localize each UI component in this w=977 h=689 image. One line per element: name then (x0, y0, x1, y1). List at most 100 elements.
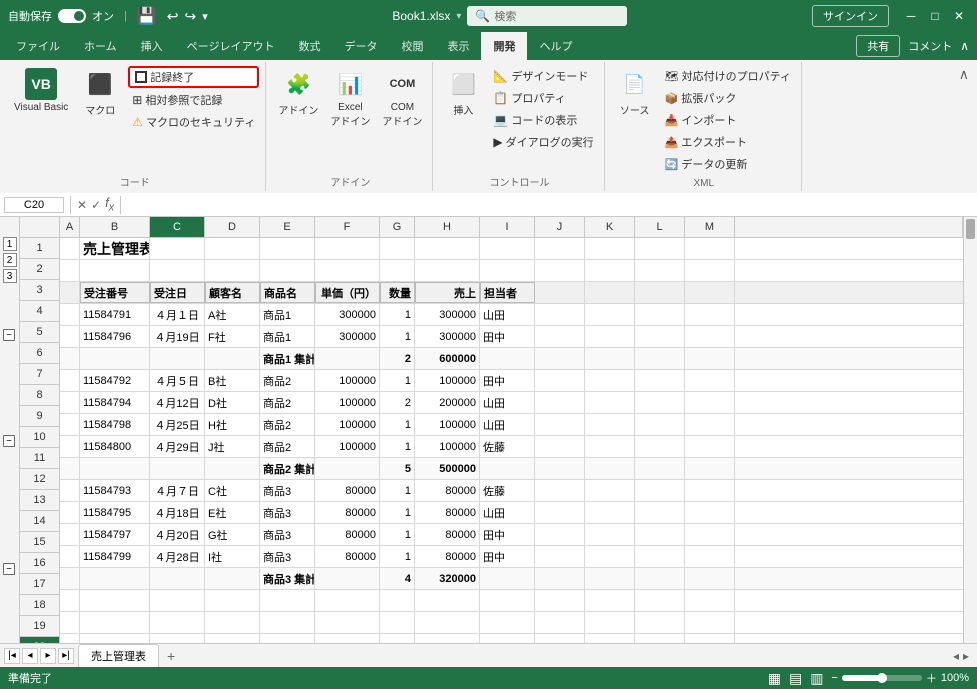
row-num-1[interactable]: 1 (20, 238, 59, 259)
signin-button[interactable]: サインイン (812, 5, 889, 27)
minimize-button[interactable]: ─ (901, 6, 921, 26)
cell-a3[interactable] (60, 282, 80, 303)
cell-e1[interactable] (260, 238, 315, 259)
cell-l1[interactable] (635, 238, 685, 259)
row-num-15[interactable]: 15 (20, 532, 59, 553)
row-num-4[interactable]: 4 (20, 301, 59, 322)
refresh-data-button[interactable]: 🔄 データの更新 (661, 154, 795, 174)
zoom-in-icon[interactable]: ＋ (926, 670, 937, 686)
import-button[interactable]: 📥 インポート (661, 110, 795, 130)
tab-review[interactable]: 校閲 (389, 32, 435, 60)
row-num-10[interactable]: 10 (20, 427, 59, 448)
cell-i2[interactable] (480, 260, 535, 281)
ribbon-collapse-button[interactable]: ∧ (959, 66, 969, 83)
cell-d1[interactable] (205, 238, 260, 259)
relative-ref-button[interactable]: ⊞ 相対参照で記録 (128, 90, 259, 110)
cell-reference-input[interactable] (4, 197, 64, 213)
scroll-right-btn[interactable]: ▸ (963, 649, 969, 663)
map-properties-button[interactable]: 🗺 対応付けのプロパティ (661, 66, 795, 86)
cell-h4[interactable]: 300000 (415, 304, 480, 325)
outline-level-2-btn[interactable]: 2 (3, 253, 17, 267)
cell-j2[interactable] (535, 260, 585, 281)
cell-m3[interactable] (685, 282, 735, 303)
formula-input[interactable] (127, 199, 973, 211)
outline-level-3-btn[interactable]: 3 (3, 269, 17, 283)
cell-b2[interactable] (80, 260, 150, 281)
col-header-k[interactable]: K (585, 217, 635, 237)
zoom-handle[interactable] (877, 673, 887, 683)
cell-h3[interactable]: 売上 (415, 282, 480, 303)
col-header-e[interactable]: E (260, 217, 315, 237)
row-num-16[interactable]: 16 (20, 553, 59, 574)
cell-e6-subtotal[interactable]: 商品1 集計 (260, 348, 315, 369)
row-num-5[interactable]: 5 (20, 322, 59, 343)
col-header-l[interactable]: L (635, 217, 685, 237)
close-button[interactable]: ✕ (949, 6, 969, 26)
col-header-g[interactable]: G (380, 217, 415, 237)
undo-icon[interactable]: ↩ (167, 8, 179, 25)
cell-g6[interactable]: 2 (380, 348, 415, 369)
row-num-7[interactable]: 7 (20, 364, 59, 385)
row-num-18[interactable]: 18 (20, 595, 59, 616)
grid[interactable]: 売上管理表 (60, 238, 963, 643)
zoom-out-icon[interactable]: − (831, 672, 837, 684)
cell-h6[interactable]: 600000 (415, 348, 480, 369)
tab-next-btn[interactable]: ▸ (40, 648, 56, 664)
excel-addin-button[interactable]: 📊 Excelアドイン (326, 66, 374, 130)
cell-d4[interactable]: A社 (205, 304, 260, 325)
row-num-19[interactable]: 19 (20, 616, 59, 637)
design-mode-button[interactable]: 📐 デザインモード (489, 66, 597, 86)
cell-i3[interactable]: 担当者 (480, 282, 535, 303)
cell-g4[interactable]: 1 (380, 304, 415, 325)
tab-last-btn[interactable]: ▸| (58, 648, 74, 664)
cell-c1[interactable] (150, 238, 205, 259)
run-dialog-button[interactable]: ▶ ダイアログの実行 (489, 132, 597, 152)
cell-l3[interactable] (635, 282, 685, 303)
outline-collapse-btn-group3[interactable]: − (3, 563, 15, 575)
tab-first-btn[interactable]: |◂ (4, 648, 20, 664)
row-num-12[interactable]: 12 (20, 469, 59, 490)
cell-f5[interactable]: 300000 (315, 326, 380, 347)
cell-b4[interactable]: 11584791 (80, 304, 150, 325)
cell-e5[interactable]: 商品1 (260, 326, 315, 347)
sheet-tab-active[interactable]: 売上管理表 (78, 644, 159, 668)
record-button[interactable]: 記録終了 (128, 66, 259, 88)
cell-f4[interactable]: 300000 (315, 304, 380, 325)
properties-button[interactable]: 📋 プロパティ (489, 88, 597, 108)
row-num-3[interactable]: 3 (20, 280, 59, 301)
vertical-scrollbar[interactable] (963, 217, 977, 643)
cell-i1[interactable] (480, 238, 535, 259)
tab-page-layout[interactable]: ページレイアウト (175, 32, 287, 60)
cell-e2[interactable] (260, 260, 315, 281)
com-addin-button[interactable]: COM COMアドイン (378, 66, 426, 130)
cell-d2[interactable] (205, 260, 260, 281)
col-header-c[interactable]: C (150, 217, 205, 237)
cell-b3[interactable]: 受注番号 (80, 282, 150, 303)
cell-a2[interactable] (60, 260, 80, 281)
cell-e3[interactable]: 商品名 (260, 282, 315, 303)
cell-a1[interactable] (60, 238, 80, 259)
col-header-j[interactable]: J (535, 217, 585, 237)
cell-h5[interactable]: 300000 (415, 326, 480, 347)
addin-button[interactable]: 🧩 アドイン (274, 66, 322, 119)
cell-b1[interactable]: 売上管理表 (80, 238, 150, 259)
col-header-i[interactable]: I (480, 217, 535, 237)
comment-button[interactable]: コメント (908, 38, 952, 54)
maximize-button[interactable]: □ (925, 6, 945, 26)
outline-collapse-btn-group2[interactable]: − (3, 435, 15, 447)
cancel-formula-icon[interactable]: ✕ (77, 198, 87, 212)
export-button[interactable]: 📤 エクスポート (661, 132, 795, 152)
cell-g1[interactable] (380, 238, 415, 259)
cell-d5[interactable]: F社 (205, 326, 260, 347)
cell-k2[interactable] (585, 260, 635, 281)
col-header-b[interactable]: B (80, 217, 150, 237)
insert-control-button[interactable]: ⬜ 挿入 (441, 66, 485, 119)
save-icon[interactable]: 💾 (137, 6, 157, 26)
cell-h1[interactable] (415, 238, 480, 259)
row-num-17[interactable]: 17 (20, 574, 59, 595)
share-button[interactable]: 共有 (856, 35, 900, 57)
cell-j3[interactable] (535, 282, 585, 303)
extend-pack-button[interactable]: 📦 拡張パック (661, 88, 795, 108)
cell-g2[interactable] (380, 260, 415, 281)
confirm-formula-icon[interactable]: ✓ (91, 198, 101, 212)
